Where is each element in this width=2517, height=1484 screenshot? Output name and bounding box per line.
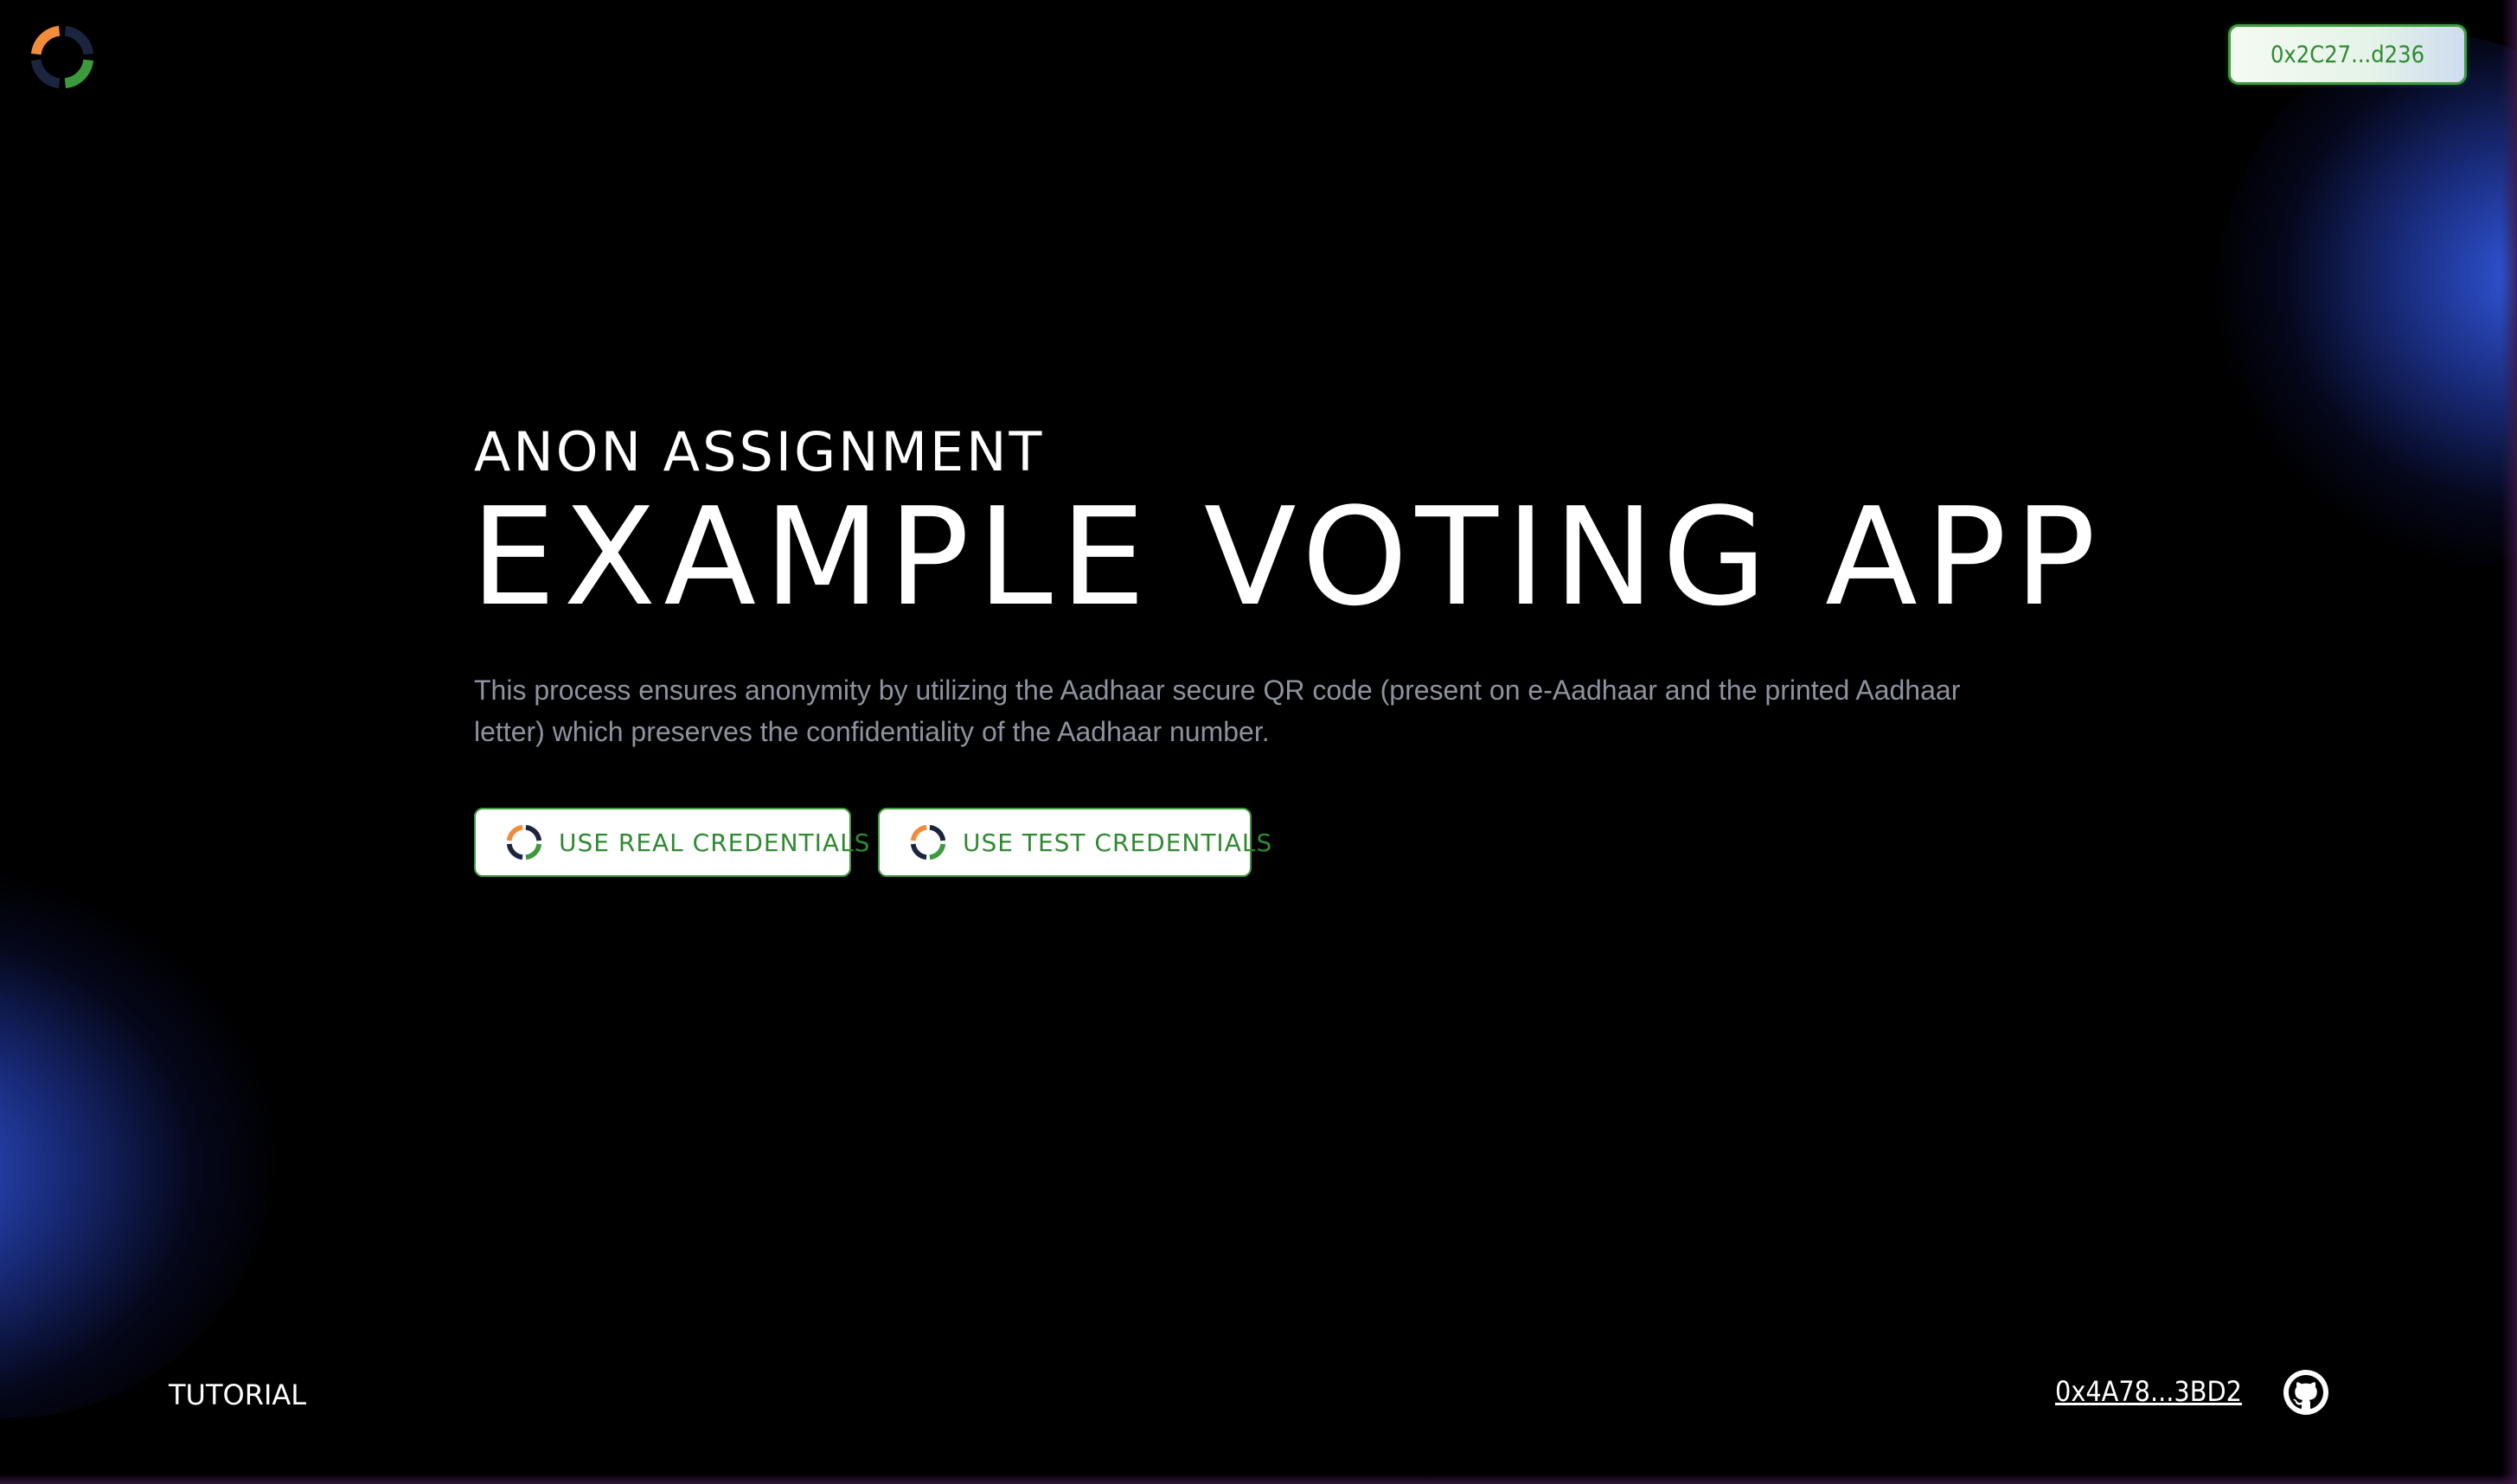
use-test-credentials-label: USE TEST CREDENTIALS (963, 828, 1273, 857)
use-real-credentials-label: USE REAL CREDENTIALS (559, 828, 871, 857)
use-real-credentials-button[interactable]: USE REAL CREDENTIALS (474, 808, 869, 877)
page-title: EXAMPLE VOTING APP (471, 478, 2104, 636)
github-icon[interactable] (2283, 1370, 2328, 1415)
anon-aadhaar-logo-icon[interactable] (26, 21, 99, 93)
use-test-credentials-button[interactable]: USE TEST CREDENTIALS (878, 808, 1271, 877)
wallet-address-label: 0x2C27...d236 (2270, 41, 2425, 68)
hero-description: This process ensures anonymity by utiliz… (474, 675, 1961, 747)
wallet-address-button[interactable]: 0x2C27...d236 (2228, 24, 2467, 85)
hero-eyebrow: ANON ASSIGNMENT (474, 420, 1045, 483)
blue-glow-top-right (2214, 35, 2517, 571)
anon-aadhaar-ring-icon (910, 824, 946, 860)
contract-address-link[interactable]: 0x4A78...3BD2 (2055, 1375, 2242, 1408)
anon-aadhaar-ring-icon (506, 824, 542, 860)
window-edge-right (2501, 0, 2517, 1484)
tutorial-link[interactable]: TUTORIAL (169, 1378, 306, 1411)
window-edge-bottom (0, 1474, 2517, 1484)
blue-glow-bottom-left (0, 865, 277, 1418)
github-mark-icon (2289, 1375, 2323, 1410)
app-page: 0x2C27...d236 ANON ASSIGNMENT EXAMPLE VO… (0, 0, 2517, 1484)
